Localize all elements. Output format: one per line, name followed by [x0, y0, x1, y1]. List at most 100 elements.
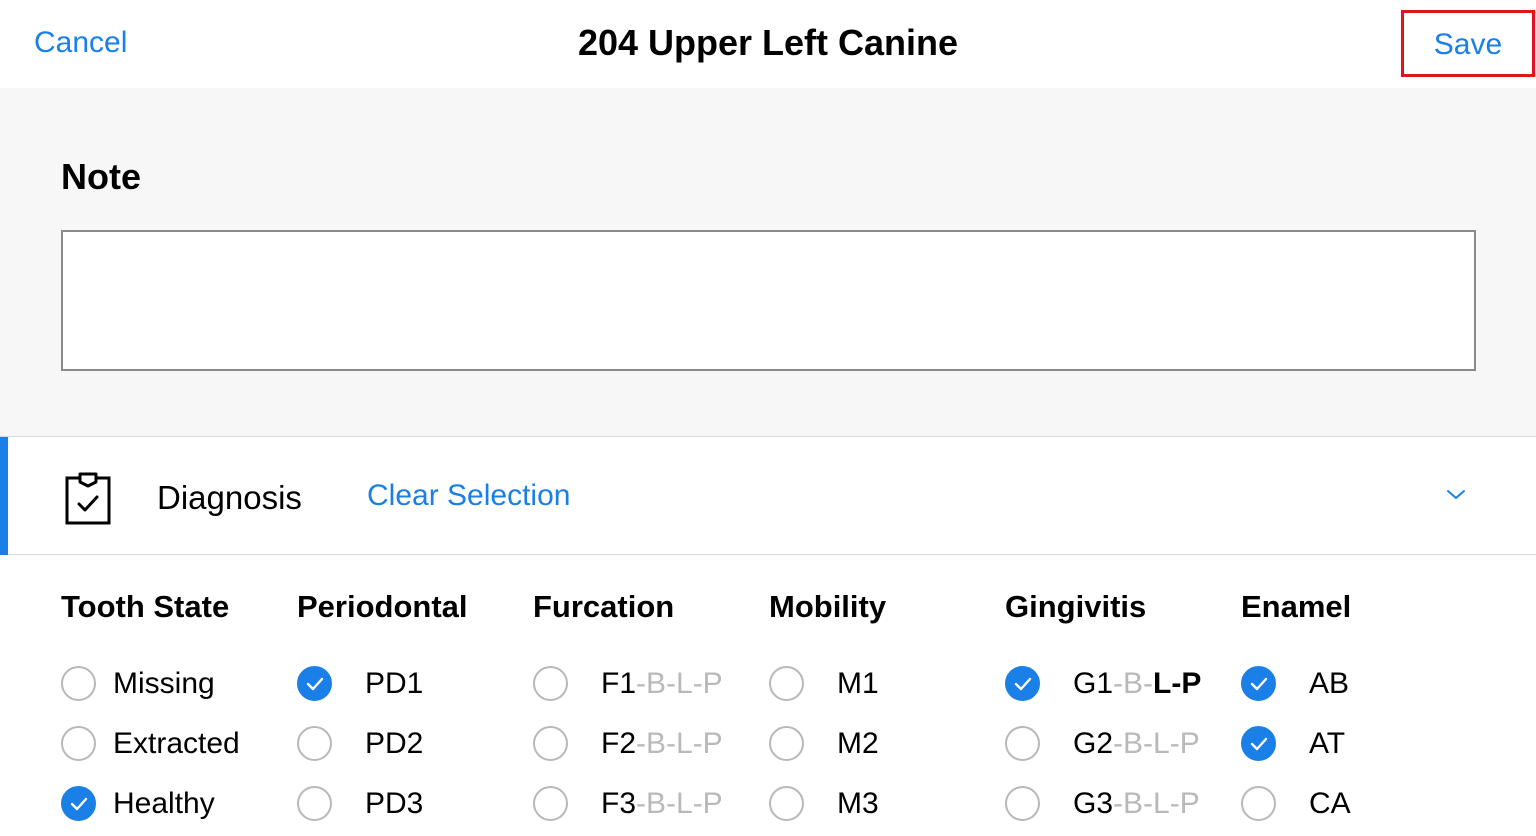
diagnosis-accent-bar — [0, 437, 8, 555]
unchecked-circle-icon[interactable] — [533, 786, 568, 821]
option-label-main: M1 — [837, 667, 879, 700]
checked-circle-icon[interactable] — [1241, 666, 1276, 701]
save-button[interactable]: Save — [1401, 10, 1535, 77]
checkmark-icon — [70, 797, 88, 811]
option-label-main: PD1 — [365, 667, 424, 700]
option-label-suffix: -B-L-P — [636, 667, 723, 700]
diagnosis-label: Diagnosis — [157, 479, 302, 516]
unchecked-circle-icon[interactable] — [769, 666, 804, 701]
option-label-suffix-selected: L-P — [1153, 667, 1202, 700]
option-label-main: PD2 — [365, 727, 424, 760]
option-label: PD3 — [365, 787, 423, 821]
option-label-main: AB — [1309, 667, 1350, 700]
unchecked-circle-icon[interactable] — [1241, 786, 1276, 821]
option-label-suffix: -B-L-P — [1113, 787, 1200, 820]
option-label-main: CA — [1309, 787, 1351, 820]
unchecked-circle-icon[interactable] — [769, 786, 804, 821]
option-item[interactable]: AT — [1241, 723, 1477, 763]
option-item[interactable]: G2-B-L-P — [1005, 723, 1241, 763]
option-item[interactable]: F1-B-L-P — [533, 663, 769, 703]
unchecked-circle-icon[interactable] — [533, 666, 568, 701]
option-label: F2-B-L-P — [601, 727, 723, 761]
option-label: G3-B-L-P — [1073, 787, 1200, 821]
unchecked-circle-icon[interactable] — [297, 786, 332, 821]
note-section: Note — [0, 88, 1536, 436]
unchecked-circle-icon[interactable] — [1005, 726, 1040, 761]
diagnosis-header[interactable]: Diagnosis Clear Selection — [0, 436, 1536, 555]
note-heading: Note — [61, 156, 141, 197]
chevron-down-icon[interactable] — [1444, 487, 1468, 503]
clipboard-check-icon — [65, 472, 111, 525]
option-item[interactable]: Extracted — [61, 723, 297, 763]
option-item[interactable]: PD2 — [297, 723, 533, 763]
option-label-main: M3 — [837, 787, 879, 820]
page-title: 204 Upper Left Canine — [577, 22, 959, 63]
option-label-suffix: -B-L-P — [636, 727, 723, 760]
option-item[interactable]: PD3 — [297, 783, 533, 823]
option-label-suffix: -B- — [1113, 667, 1154, 700]
option-item[interactable]: AB — [1241, 663, 1477, 703]
unchecked-circle-icon[interactable] — [533, 726, 568, 761]
option-label: AT — [1309, 727, 1345, 761]
checkmark-icon — [1250, 677, 1268, 691]
option-label-suffix: -B-L-P — [1113, 727, 1200, 760]
option-item[interactable]: G1-B-L-P — [1005, 663, 1241, 703]
unchecked-circle-icon[interactable] — [61, 726, 96, 761]
option-item[interactable]: CA — [1241, 783, 1477, 823]
option-label: G2-B-L-P — [1073, 727, 1200, 761]
option-label: Extracted — [113, 727, 240, 761]
option-label-main: PD3 — [365, 787, 424, 820]
option-label-main: Missing — [113, 667, 215, 700]
option-item[interactable]: M2 — [769, 723, 1005, 763]
option-item[interactable]: Healthy — [61, 783, 297, 823]
option-label: Missing — [113, 667, 215, 701]
option-label: AB — [1309, 667, 1349, 701]
checked-circle-icon[interactable] — [297, 666, 332, 701]
option-label-main: Extracted — [113, 727, 240, 760]
option-label: M2 — [837, 727, 879, 761]
clear-selection-button[interactable]: Clear Selection — [367, 479, 570, 513]
option-label-main: G3 — [1073, 787, 1114, 820]
option-label-main: Healthy — [113, 787, 215, 820]
checkmark-icon — [306, 677, 324, 691]
option-group-title: Mobility — [769, 589, 887, 624]
option-item[interactable]: M3 — [769, 783, 1005, 823]
option-item[interactable]: F3-B-L-P — [533, 783, 769, 823]
option-group-title: Gingivitis — [1005, 589, 1147, 624]
option-label: CA — [1309, 787, 1351, 821]
option-group-title: Enamel — [1241, 589, 1352, 624]
option-label-main: G1 — [1073, 667, 1114, 700]
diagnosis-options: Tooth State Missing Extracted Healthy Period… — [0, 556, 1536, 836]
option-label: M3 — [837, 787, 879, 821]
navigation-bar: Cancel 204 Upper Left Canine Save — [0, 0, 1536, 88]
option-label: PD1 — [365, 667, 423, 701]
option-label-main: F3 — [601, 787, 637, 820]
unchecked-circle-icon[interactable] — [297, 726, 332, 761]
unchecked-circle-icon[interactable] — [769, 726, 804, 761]
checked-circle-icon[interactable] — [1005, 666, 1040, 701]
option-label-main: G2 — [1073, 727, 1114, 760]
checkmark-icon — [1014, 677, 1032, 691]
checked-circle-icon[interactable] — [61, 786, 96, 821]
unchecked-circle-icon[interactable] — [61, 666, 96, 701]
option-label: G1-B-L-P — [1073, 667, 1201, 701]
checkmark-icon — [1250, 737, 1268, 751]
option-label-suffix: -B-L-P — [636, 787, 723, 820]
option-label: M1 — [837, 667, 879, 701]
note-input[interactable] — [61, 230, 1476, 371]
option-label-main: M2 — [837, 727, 879, 760]
option-item[interactable]: M1 — [769, 663, 1005, 703]
option-item[interactable]: F2-B-L-P — [533, 723, 769, 763]
option-label: F1-B-L-P — [601, 667, 723, 701]
option-group-title: Tooth State — [61, 589, 230, 624]
option-item[interactable]: PD1 — [297, 663, 533, 703]
option-group-title: Periodontal — [297, 589, 468, 624]
option-item[interactable]: Missing — [61, 663, 297, 703]
option-label-main: F2 — [601, 727, 637, 760]
option-label: F3-B-L-P — [601, 787, 723, 821]
unchecked-circle-icon[interactable] — [1005, 786, 1040, 821]
option-item[interactable]: G3-B-L-P — [1005, 783, 1241, 823]
option-group-title: Furcation — [533, 589, 675, 624]
checked-circle-icon[interactable] — [1241, 726, 1276, 761]
option-label-main: AT — [1309, 727, 1346, 760]
